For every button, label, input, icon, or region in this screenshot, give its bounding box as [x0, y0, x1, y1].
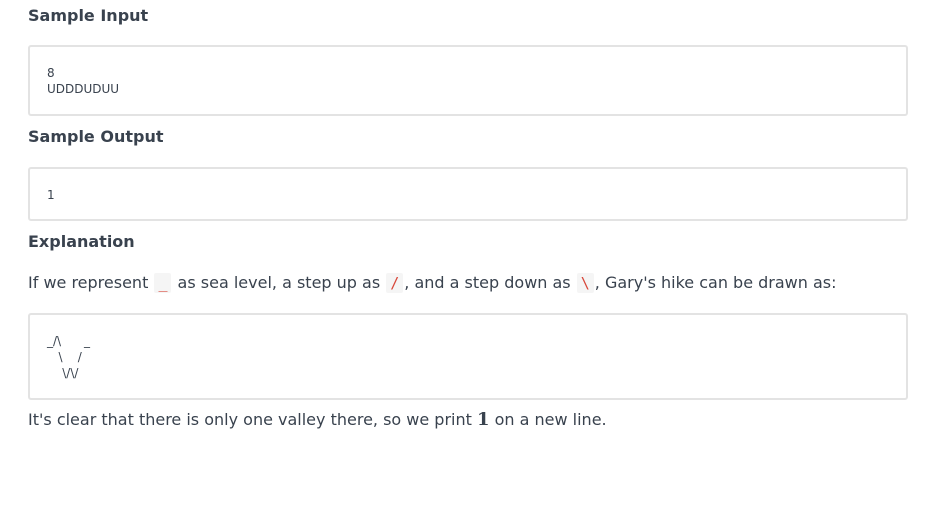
conclusion-text-2: on a new line. [489, 410, 607, 429]
hike-drawing-box: _/\ _ \ / \/\/ [28, 313, 908, 400]
explanation-text-1: If we represent [28, 273, 154, 292]
sample-output-box: 1 [28, 167, 908, 221]
sample-output-line-1: 1 [47, 188, 55, 202]
explanation-heading: Explanation [28, 232, 135, 251]
conclusion-number: 1 [476, 409, 490, 430]
explanation-text-4: , Gary's hike can be drawn as: [594, 273, 837, 292]
sample-input-line-1: 8 [47, 66, 55, 80]
hike-drawing: _/\ _ \ / \/\/ [47, 334, 90, 380]
conclusion-text-1: It's clear that there is only one valley… [28, 410, 477, 429]
explanation-paragraph: If we represent _ as sea level, a step u… [28, 273, 837, 293]
sample-input-line-2: UDDDUDUU [47, 82, 120, 96]
conclusion-paragraph: It's clear that there is only one valley… [28, 410, 607, 430]
sample-input-box: 8 UDDDUDUU [28, 45, 908, 116]
sample-input-heading: Sample Input [28, 6, 149, 25]
step-up-code: / [386, 273, 404, 293]
sample-output-heading: Sample Output [28, 127, 164, 146]
step-down-code: \ [576, 273, 594, 293]
explanation-text-2: as sea level, a step up as [172, 273, 386, 292]
sea-level-code: _ [154, 273, 172, 293]
explanation-text-3: , and a step down as [404, 273, 576, 292]
